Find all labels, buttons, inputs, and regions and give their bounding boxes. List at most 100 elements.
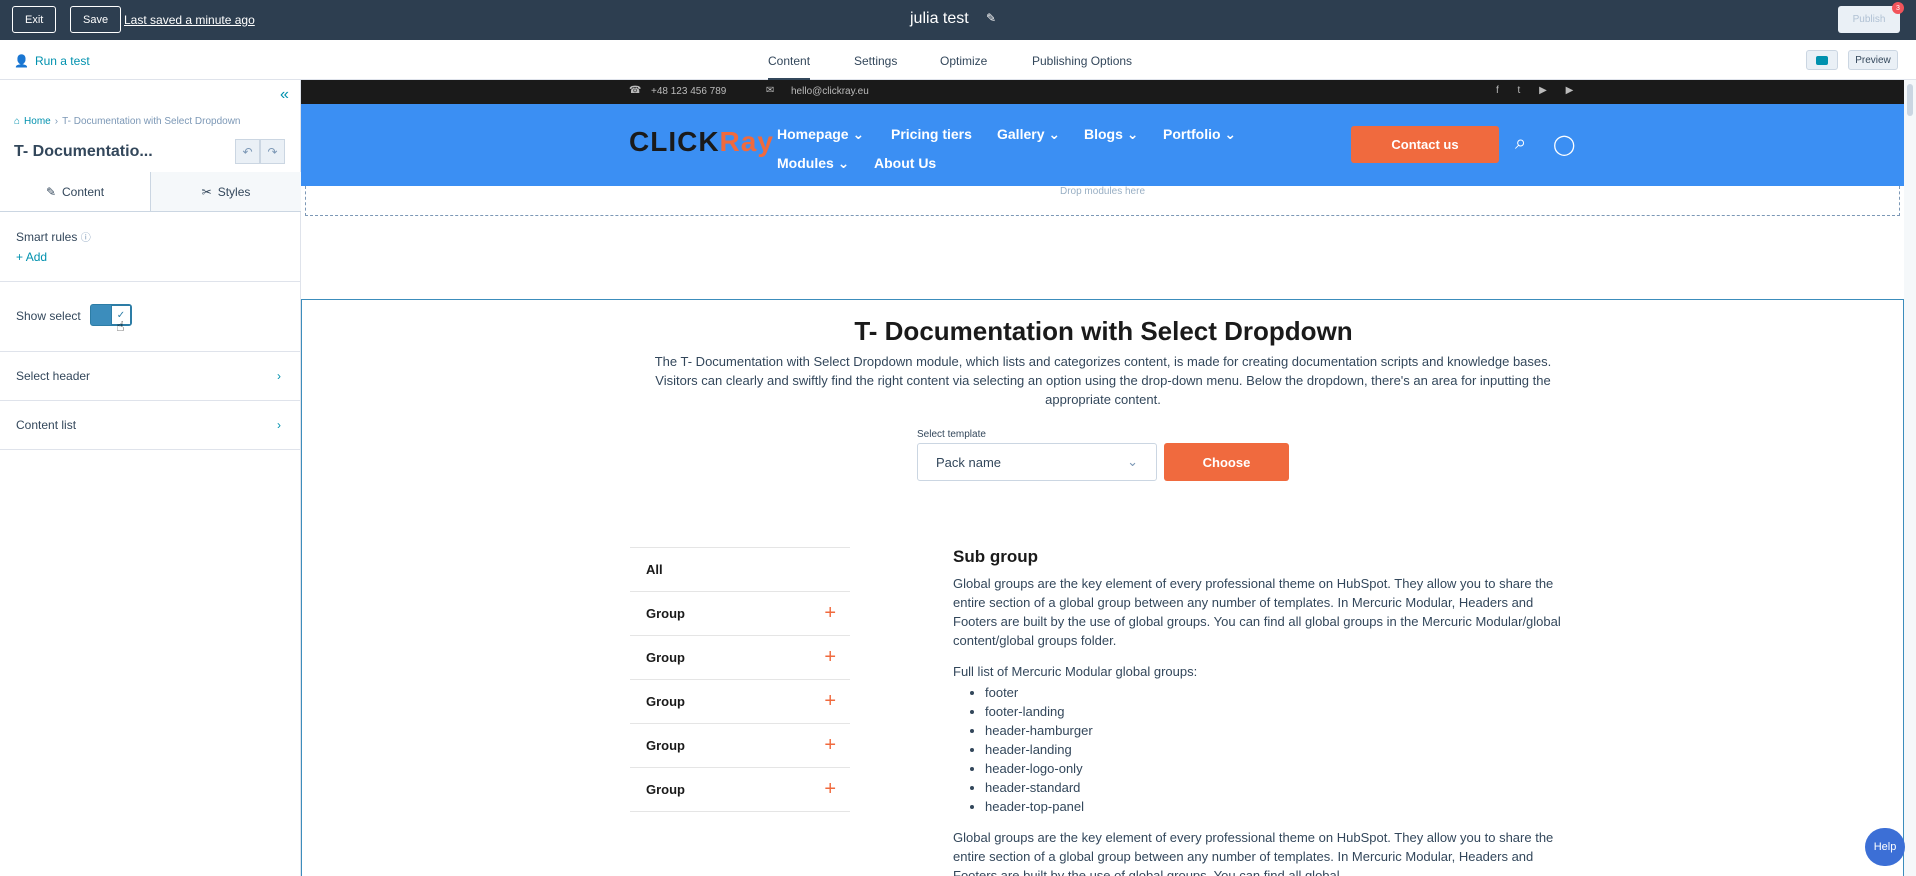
list-item: header-top-panel — [985, 797, 1573, 816]
user-icon: 👤 — [14, 54, 29, 68]
contact-button[interactable]: Contact us — [1351, 126, 1499, 163]
plus-icon: + — [824, 646, 836, 668]
content-list-label: Content list — [16, 418, 77, 432]
nav-modules[interactable]: Modules ⌄ — [777, 155, 849, 172]
nav-about[interactable]: About Us — [874, 155, 936, 171]
mail-icon: ✉ — [766, 85, 775, 96]
select-header-row[interactable]: Select header › — [16, 369, 281, 383]
plus-icon: + — [824, 690, 836, 712]
nav-modules-label: Modules — [777, 155, 834, 171]
hand-cursor-icon: ☝ — [116, 318, 125, 334]
group-list: All Group + Group + Group + Group + Group + — [630, 547, 850, 812]
nav-homepage-label: Homepage — [777, 126, 849, 142]
breadcrumb: ⌂ Home › T- Documentation with Select Dr… — [14, 116, 241, 127]
group-label: Group — [646, 650, 685, 665]
group-item[interactable]: Group + — [630, 723, 850, 767]
exit-button[interactable]: Exit — [12, 6, 57, 33]
collapse-panel-icon[interactable]: « — [280, 86, 289, 104]
site-top-strip: ☎ +48 123 456 789 ✉ hello@clickray.eu f … — [301, 80, 1904, 104]
nav-portfolio[interactable]: Portfolio ⌄ — [1163, 126, 1236, 143]
account-icon[interactable]: ◯ — [1553, 132, 1575, 157]
edit-name-icon[interactable]: ✎ — [986, 11, 996, 25]
scrollbar-thumb[interactable] — [1907, 84, 1913, 116]
canvas-scrollbar[interactable] — [1904, 80, 1916, 876]
add-smart-rule-link[interactable]: + Add — [16, 250, 47, 264]
publish-button[interactable]: Publish — [1838, 6, 1900, 33]
panel-tabs: ✎ Content ✂ Styles — [0, 172, 301, 212]
nav-pricing[interactable]: Pricing tiers — [891, 126, 972, 142]
group-label: Group — [646, 782, 685, 797]
chevron-right-icon: › — [54, 116, 59, 127]
group-label: Group — [646, 694, 685, 709]
social-icons: f t ▶ ▶ — [1496, 85, 1582, 96]
page-name[interactable]: julia test — [910, 10, 969, 28]
sub-group-heading: Sub group — [953, 547, 1038, 566]
tab-panel-content[interactable]: ✎ Content — [0, 172, 151, 211]
home-icon: ⌂ — [14, 116, 21, 127]
list-intro: Full list of Mercuric Modular global gro… — [953, 664, 1198, 679]
undo-icon[interactable]: ↶ — [235, 139, 260, 164]
divider — [630, 811, 850, 812]
nav-portfolio-label: Portfolio — [1163, 126, 1221, 142]
list-item: header-standard — [985, 778, 1573, 797]
breadcrumb-current: T- Documentation with Select Dropdown — [62, 116, 241, 127]
documentation-module[interactable]: T- Documentation with Select Dropdown Th… — [301, 299, 1904, 876]
help-button[interactable]: Help — [1865, 828, 1905, 866]
group-item-all[interactable]: All — [630, 547, 850, 591]
site-logo: CLICKRay — [629, 126, 774, 158]
drop-zone[interactable]: Drop modules here — [305, 186, 1900, 216]
module-description: The T- Documentation with Select Dropdow… — [654, 354, 1552, 407]
show-select-toggle[interactable]: ✓ — [90, 304, 132, 326]
list-item: header-hamburger — [985, 721, 1573, 740]
editor-tabs-bar: 👤 Run a test Content Settings Optimize P… — [0, 40, 1916, 81]
site-nav: CLICKRay Homepage ⌄ Pricing tiers Galler… — [301, 104, 1904, 186]
group-item[interactable]: Group + — [630, 767, 850, 811]
plus-icon: + — [824, 602, 836, 624]
notification-badge: 3 — [1892, 2, 1904, 14]
tab-settings[interactable]: Settings — [854, 54, 897, 68]
info-icon[interactable]: ⓘ — [81, 233, 91, 244]
comment-button[interactable] — [1806, 50, 1838, 70]
group-item[interactable]: Group + — [630, 679, 850, 723]
list-item: header-landing — [985, 740, 1573, 759]
tab-panel-styles[interactable]: ✂ Styles — [151, 172, 301, 211]
tab-content[interactable]: Content — [768, 54, 811, 81]
tab-content-label: Content — [62, 184, 105, 199]
search-icon[interactable]: ⌕ — [1515, 132, 1526, 155]
breadcrumb-home[interactable]: Home — [24, 116, 51, 127]
preview-button[interactable]: Preview — [1848, 50, 1898, 70]
divider — [0, 400, 301, 401]
tab-publishing-options[interactable]: Publishing Options — [1032, 54, 1132, 68]
logo-right: Ray — [719, 126, 774, 157]
list-item: footer — [985, 683, 1573, 702]
show-select-label: Show select — [16, 309, 81, 323]
group-label: All — [646, 562, 663, 577]
page-canvas: ☎ +48 123 456 789 ✉ hello@clickray.eu f … — [301, 80, 1904, 876]
chevron-right-icon: › — [277, 418, 281, 432]
group-label: Group — [646, 738, 685, 753]
tab-optimize[interactable]: Optimize — [940, 54, 987, 68]
group-item[interactable]: Group + — [630, 635, 850, 679]
last-saved-link[interactable]: Last saved a minute ago — [124, 13, 255, 27]
site-phone: +48 123 456 789 — [651, 86, 727, 97]
divider — [0, 281, 301, 282]
undo-redo-group: ↶ ↷ — [235, 139, 285, 164]
select-value: Pack name — [936, 454, 1002, 470]
save-button[interactable]: Save — [70, 6, 122, 33]
pencil-icon: ✎ — [45, 184, 57, 199]
phone-icon: ☎ — [629, 85, 642, 96]
choose-button[interactable]: Choose — [1164, 443, 1289, 481]
nav-blogs[interactable]: Blogs ⌄ — [1084, 126, 1139, 143]
content-list-row[interactable]: Content list › — [16, 418, 281, 432]
smart-rules-text: Smart rules — [16, 230, 78, 244]
plus-icon: + — [824, 734, 836, 756]
run-test-label: Run a test — [34, 54, 90, 68]
content-paragraph: Global groups are the key element of eve… — [953, 830, 1554, 876]
nav-homepage[interactable]: Homepage ⌄ — [777, 126, 864, 143]
run-test-button[interactable]: 👤 Run a test — [14, 54, 90, 68]
redo-icon[interactable]: ↷ — [260, 139, 285, 164]
nav-gallery[interactable]: Gallery ⌄ — [997, 126, 1060, 143]
group-item[interactable]: Group + — [630, 591, 850, 635]
content-paragraph: Global groups are the key element of eve… — [953, 576, 1561, 648]
template-select[interactable]: Pack name ⌄ — [917, 443, 1157, 481]
